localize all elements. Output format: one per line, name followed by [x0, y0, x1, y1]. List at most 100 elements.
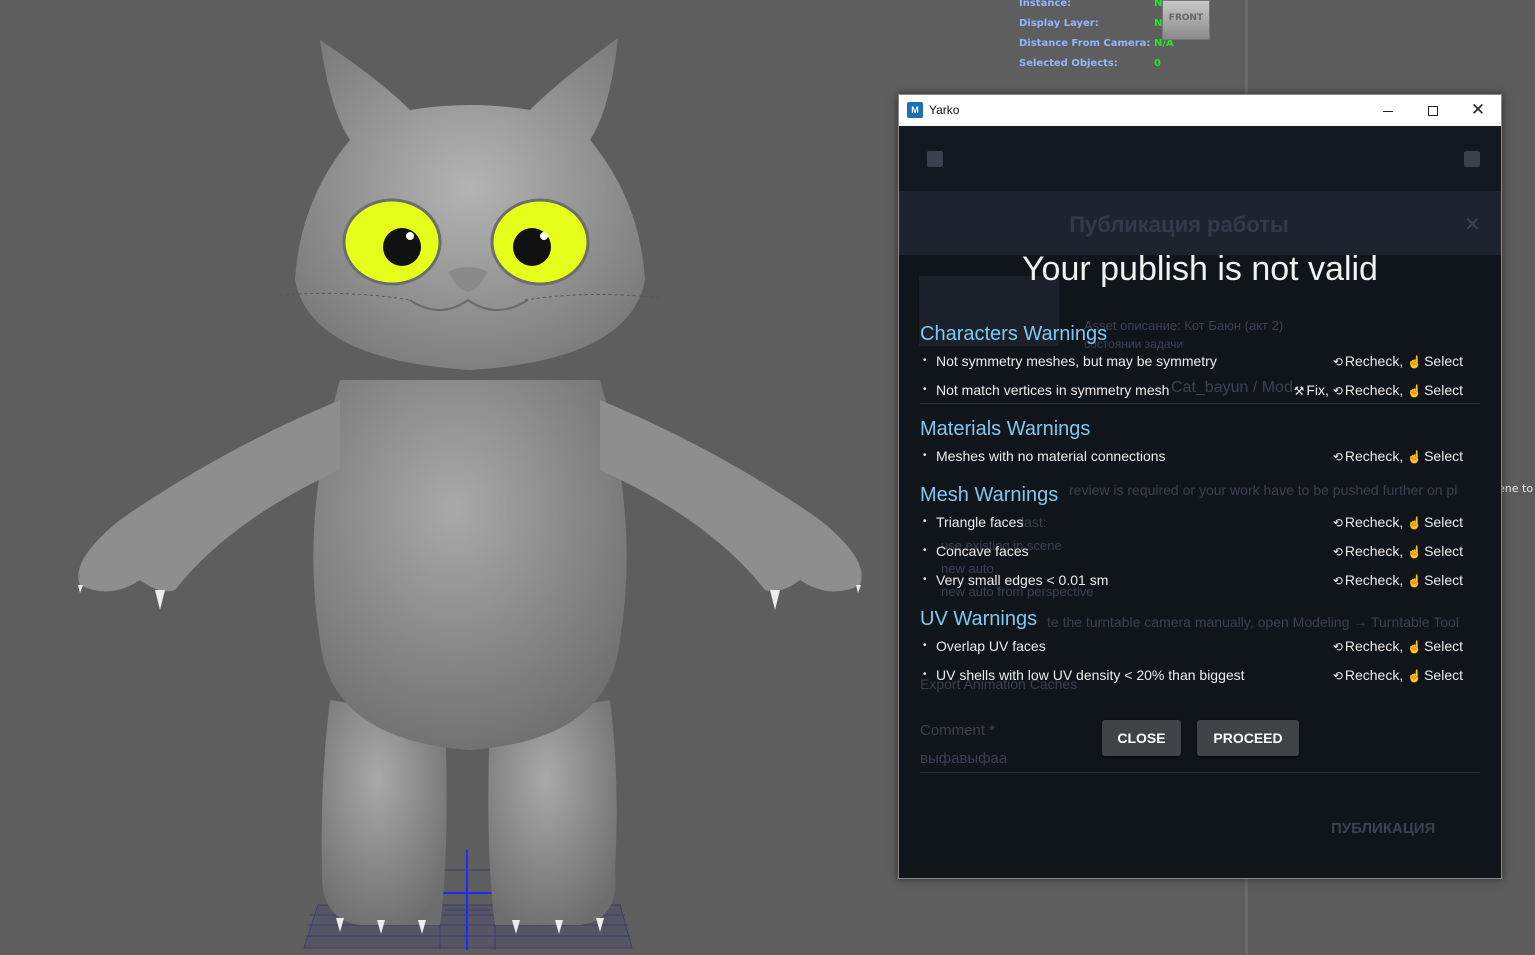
app-toolbar — [899, 126, 1501, 191]
recheck-link[interactable]: ⟲ Recheck, — [1333, 572, 1403, 588]
hud-label: Distance From Camera: — [1019, 38, 1151, 49]
warning-row: • Very small edges < 0.01 sm ⟲ Recheck, ☝… — [920, 570, 1480, 590]
app-icon: M — [907, 102, 923, 118]
window-title: Yarko — [929, 103, 960, 117]
warning-actions: ⟲ Recheck, ☝ Select — [1333, 665, 1463, 686]
comment-value: выфавыфаа — [920, 750, 1008, 767]
book-icon — [1464, 151, 1480, 167]
bullet: • — [923, 355, 927, 366]
bullet: • — [923, 450, 927, 461]
warning-actions: ⚒ Fix, ⟲ Recheck, ☝ Select — [1294, 380, 1463, 401]
view-cube[interactable]: FRONT — [1162, 0, 1210, 40]
select-link[interactable]: ☝ Select — [1407, 572, 1463, 588]
asset-description: Asset описание: Кот Баюн (акт 2) — [1084, 318, 1284, 333]
warning-text: Very small edges < 0.01 sm — [936, 572, 1109, 588]
tools-icon: ⚒ — [1293, 384, 1305, 398]
warning-actions: ⟲ Recheck, ☝ Select — [1333, 512, 1463, 533]
recheck-icon: ⟲ — [1332, 574, 1343, 588]
bullet: • — [923, 669, 927, 680]
comment-label: Comment * — [920, 722, 996, 739]
close-icon: ✕ — [1470, 100, 1486, 119]
bullet: • — [923, 574, 927, 585]
title-bar[interactable]: M Yarko ✕ — [899, 95, 1501, 126]
recheck-link[interactable]: ⟲ Recheck, — [1333, 353, 1403, 369]
hud-label: Instance: — [1019, 0, 1072, 9]
recheck-link[interactable]: ⟲ Recheck, — [1333, 382, 1403, 398]
warning-row: • UV shells with low UV density < 20% th… — [920, 665, 1480, 685]
hud-row-distance: Distance From Camera: N/A — [1019, 38, 1219, 52]
warning-text: Concave faces — [936, 543, 1029, 559]
recheck-icon: ⟲ — [1332, 384, 1343, 398]
recheck-icon: ⟲ — [1332, 516, 1343, 530]
fix-link[interactable]: ⚒ Fix, — [1294, 382, 1329, 398]
bullet: • — [923, 545, 927, 556]
recheck-link[interactable]: ⟲ Recheck, — [1333, 514, 1403, 530]
warning-row: • Concave faces ⟲ Recheck, ☝ Select — [920, 541, 1480, 561]
select-link[interactable]: ☝ Select — [1407, 638, 1463, 654]
hud-label: Display Layer: — [1019, 18, 1099, 29]
pointer-icon: ☝ — [1407, 450, 1423, 464]
select-link[interactable]: ☝ Select — [1407, 382, 1463, 398]
select-link[interactable]: ☝ Select — [1407, 543, 1463, 559]
select-link[interactable]: ☝ Select — [1407, 353, 1463, 369]
yarko-window: M Yarko ✕ Публикация работы ✕ Asset опис… — [898, 94, 1502, 879]
select-link[interactable]: ☝ Select — [1407, 667, 1463, 683]
warning-actions: ⟲ Recheck, ☝ Select — [1333, 541, 1463, 562]
pointer-icon: ☝ — [1407, 545, 1423, 559]
bullet: • — [923, 384, 927, 395]
recheck-link[interactable]: ⟲ Recheck, — [1333, 667, 1403, 683]
section-mesh-warnings: Mesh Warnings — [920, 484, 1059, 506]
recheck-icon: ⟲ — [1332, 355, 1343, 369]
section-materials-warnings: Materials Warnings — [920, 418, 1091, 440]
recheck-icon: ⟲ — [1332, 669, 1343, 683]
warning-text: Not match vertices in symmetry mesh — [936, 382, 1170, 398]
close-button[interactable]: CLOSE — [1102, 720, 1181, 756]
section-characters-warnings: Characters Warnings — [920, 323, 1108, 345]
minimize-button[interactable] — [1365, 95, 1411, 125]
minimize-icon — [1383, 110, 1393, 112]
pointer-icon: ☝ — [1407, 574, 1423, 588]
hud-value: 0 — [1154, 58, 1161, 69]
proceed-button[interactable]: PROCEED — [1197, 720, 1299, 756]
recheck-icon: ⟲ — [1332, 450, 1343, 464]
pointer-icon: ☝ — [1407, 640, 1423, 654]
warning-text: Not symmetry meshes, but may be symmetry — [936, 353, 1217, 369]
warning-row: • Not match vertices in symmetry mesh ⚒ F… — [920, 380, 1480, 400]
turntable-hint: te the turntable camera manually, open M… — [1047, 614, 1459, 630]
menu-icon — [927, 151, 943, 167]
publish-title: Публикация работы — [1069, 212, 1289, 237]
header-close-icon: ✕ — [1464, 214, 1481, 236]
pointer-icon: ☝ — [1407, 516, 1423, 530]
recheck-icon: ⟲ — [1332, 640, 1343, 654]
maximize-icon — [1428, 106, 1438, 117]
recheck-icon: ⟲ — [1332, 545, 1343, 559]
warning-row: • Overlap UV faces ⟲ Recheck, ☝ Select — [920, 636, 1480, 656]
warning-actions: ⟲ Recheck, ☝ Select — [1333, 636, 1463, 657]
bullet: • — [923, 640, 927, 651]
pointer-icon: ☝ — [1407, 355, 1423, 369]
warning-actions: ⟲ Recheck, ☝ Select — [1333, 570, 1463, 591]
maximize-button[interactable] — [1410, 95, 1456, 125]
hud-label: Selected Objects: — [1019, 58, 1118, 69]
warning-row: • Triangle faces ⟲ Recheck, ☝ Select — [920, 512, 1480, 532]
window-close-button[interactable]: ✕ — [1455, 95, 1501, 125]
section-uv-warnings: UV Warnings — [920, 608, 1038, 630]
pointer-icon: ☝ — [1407, 669, 1423, 683]
recheck-link[interactable]: ⟲ Recheck, — [1333, 448, 1403, 464]
warning-row: • Meshes with no material connections ⟲ R… — [920, 446, 1480, 466]
recheck-link[interactable]: ⟲ Recheck, — [1333, 543, 1403, 559]
warning-text: Overlap UV faces — [936, 638, 1046, 654]
hud-row-selected-objects: Selected Objects: 0 — [1019, 58, 1219, 72]
warning-text: UV shells with low UV density < 20% than… — [936, 667, 1245, 683]
warning-actions: ⟲ Recheck, ☝ Select — [1333, 351, 1463, 372]
dialog-heading: Your publish is not valid — [1022, 250, 1378, 288]
truncated-side-text: ene to — [1498, 482, 1534, 495]
review-text: review is required or your work have to … — [1069, 482, 1458, 498]
divider — [920, 403, 1480, 404]
warning-text: Triangle faces — [936, 514, 1024, 530]
select-link[interactable]: ☝ Select — [1407, 448, 1463, 464]
recheck-link[interactable]: ⟲ Recheck, — [1333, 638, 1403, 654]
select-link[interactable]: ☝ Select — [1407, 514, 1463, 530]
pointer-icon: ☝ — [1407, 384, 1423, 398]
warning-actions: ⟲ Recheck, ☝ Select — [1333, 446, 1463, 467]
